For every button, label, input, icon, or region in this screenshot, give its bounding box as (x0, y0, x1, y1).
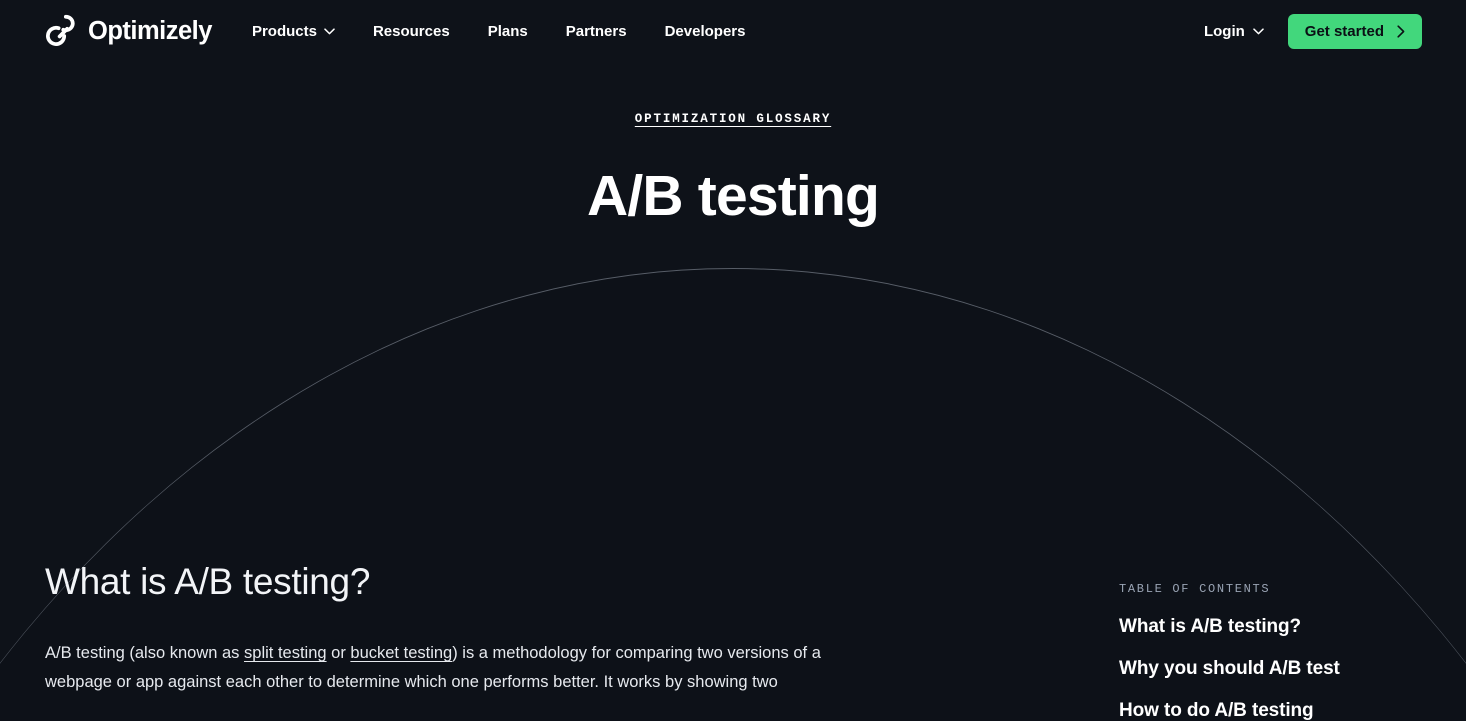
toc-item-what-is-ab-testing[interactable]: What is A/B testing? (1119, 616, 1449, 638)
toc-item-why-you-should-ab-test[interactable]: Why you should A/B test (1119, 658, 1449, 680)
get-started-label: Get started (1305, 23, 1384, 40)
eyebrow-link[interactable]: OPTIMIZATION GLOSSARY (635, 112, 831, 126)
paragraph-text-part1: A/B testing (also known as (45, 644, 244, 662)
page-root: Optimizely Products Resources Plans Part… (0, 0, 1466, 721)
toc-item-how-to-do-ab-testing[interactable]: How to do A/B testing (1119, 700, 1449, 721)
nav-item-label: Partners (566, 23, 627, 40)
nav-item-label: Resources (373, 23, 450, 40)
main-nav: Products Resources Plans Partners Develo… (252, 23, 765, 40)
bucket-testing-link[interactable]: bucket testing (350, 644, 452, 662)
optimizely-logo-icon (45, 14, 79, 48)
toc-heading: TABLE OF CONTENTS (1119, 582, 1449, 596)
chevron-right-icon (1397, 25, 1405, 38)
section-heading: What is A/B testing? (45, 560, 875, 604)
article-column: What is A/B testing? A/B testing (also k… (45, 560, 875, 696)
login-menu[interactable]: Login (1204, 23, 1264, 40)
nav-item-developers[interactable]: Developers (646, 23, 765, 40)
table-of-contents: TABLE OF CONTENTS What is A/B testing? W… (1119, 582, 1449, 721)
header-actions: Login Get started (1204, 14, 1422, 49)
split-testing-link[interactable]: split testing (244, 644, 327, 662)
nav-item-label: Developers (665, 23, 746, 40)
site-header: Optimizely Products Resources Plans Part… (0, 0, 1466, 62)
nav-item-plans[interactable]: Plans (469, 23, 547, 40)
page-title: A/B testing (0, 167, 1466, 227)
paragraph-text-part2: or (327, 644, 351, 662)
nav-item-products[interactable]: Products (252, 23, 354, 40)
nav-item-partners[interactable]: Partners (547, 23, 646, 40)
chevron-down-icon (1253, 28, 1264, 35)
brand-logo-link[interactable]: Optimizely (45, 14, 212, 48)
brand-name: Optimizely (88, 17, 212, 46)
nav-item-resources[interactable]: Resources (354, 23, 469, 40)
login-label: Login (1204, 23, 1245, 40)
nav-item-label: Products (252, 23, 317, 40)
get-started-button[interactable]: Get started (1288, 14, 1422, 49)
toc-list: What is A/B testing? Why you should A/B … (1119, 616, 1449, 721)
intro-paragraph: A/B testing (also known as split testing… (45, 639, 835, 696)
nav-item-label: Plans (488, 23, 528, 40)
chevron-down-icon (324, 28, 335, 35)
